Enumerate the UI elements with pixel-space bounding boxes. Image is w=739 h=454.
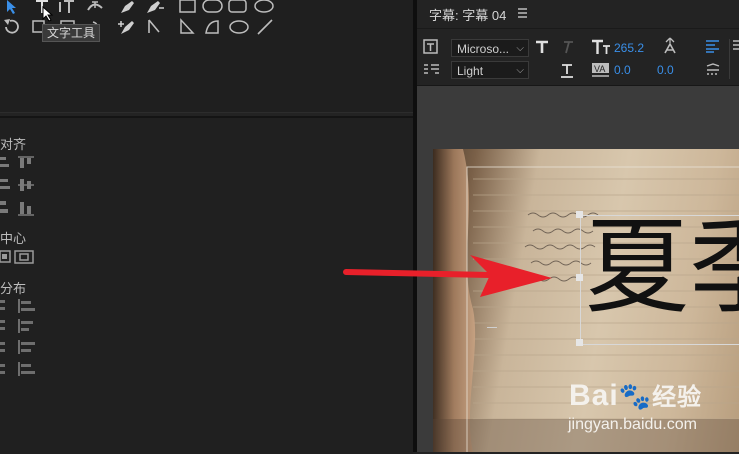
align-center-text-icon[interactable] (733, 39, 739, 58)
title-tools-panel: 文字工具 (0, 0, 413, 113)
watermark-url: jingyan.baidu.com (568, 416, 697, 433)
font-style-dropdown[interactable]: Light ⌵ (451, 61, 529, 79)
align-right-icon[interactable] (0, 200, 12, 221)
resize-handle-top-left[interactable] (576, 211, 583, 218)
ellipse-icon[interactable] (253, 0, 275, 14)
align-bottom-icon[interactable] (18, 200, 36, 221)
align-top-icon[interactable] (18, 156, 36, 175)
arc-icon[interactable] (204, 18, 220, 36)
align-left-icon[interactable] (0, 156, 12, 175)
text-properties-toolbar: Microso... ⌵ Light ⌵ 265.2 VA 0.0 0.0 (417, 29, 739, 86)
center-vertical-icon[interactable] (14, 249, 36, 270)
resize-handle-bottom-left[interactable] (576, 339, 583, 346)
tab-stops-icon[interactable] (423, 62, 441, 81)
add-anchor-pen-icon[interactable] (144, 0, 164, 14)
rounded-rect-icon[interactable] (202, 0, 224, 14)
distribute-icons-group (0, 298, 40, 385)
resize-handle-mid-left[interactable] (576, 274, 583, 281)
section-distribute-label: 分布 (0, 281, 27, 296)
kerning-icon: VA (591, 62, 611, 83)
align-center-h-icon[interactable] (0, 178, 12, 197)
add-anchor-icon[interactable] (116, 18, 138, 36)
convert-point-icon[interactable] (146, 18, 162, 36)
watermark-cn-text: 经验 (652, 384, 703, 411)
chevron-down-icon: ⌵ (516, 65, 524, 76)
text-tool-tooltip: 文字工具 (42, 24, 101, 42)
watermark-brand-text: Bai (569, 379, 619, 412)
kerning-value[interactable]: 0.0 (614, 63, 631, 77)
italic-icon[interactable] (560, 40, 574, 59)
rectangle-icon[interactable] (179, 0, 197, 14)
selection-arrow-icon[interactable] (4, 0, 18, 14)
ellipse-outline-icon[interactable] (228, 19, 250, 35)
section-center-label: 中心 (0, 231, 27, 246)
title-text[interactable]: 夏季 (585, 207, 739, 327)
pen-icon[interactable] (118, 0, 136, 14)
toolbar-divider (729, 39, 730, 79)
safe-area-tick (487, 327, 497, 328)
hamburger-menu-icon[interactable] (517, 6, 529, 24)
align-left-text-icon[interactable] (705, 39, 721, 58)
text-box-icon[interactable] (423, 39, 439, 60)
font-family-value: Microso... (457, 42, 510, 56)
leading-value[interactable]: 0.0 (657, 63, 674, 77)
annotation-arrow-icon (343, 255, 552, 297)
underline-icon[interactable] (560, 63, 574, 84)
chevron-down-icon: ⌵ (516, 43, 524, 54)
panel-title[interactable]: 字幕: 字幕 04 (429, 5, 506, 24)
font-style-value: Light (457, 64, 484, 78)
left-panel: 文字工具 对齐 中心 分布 (0, 0, 413, 454)
align-center-v-icon[interactable] (18, 178, 36, 197)
svg-text:VA: VA (594, 64, 605, 74)
leading-icon (661, 37, 679, 60)
rotate-icon[interactable] (2, 18, 20, 36)
panel-header: 字幕: 字幕 04 (417, 0, 739, 29)
center-horizontal-icon[interactable] (0, 249, 12, 270)
watermark-brand: Bai🐾经验 (569, 377, 702, 413)
font-size-value[interactable]: 265.2 (614, 41, 644, 55)
vertical-text-tool-icon[interactable] (58, 0, 78, 14)
path-text-icon[interactable] (86, 0, 104, 14)
baseline-shift-icon[interactable] (705, 63, 721, 82)
title-designer-panel: 字幕: 字幕 04 Microso... ⌵ Light ⌵ 265.2 VA … (417, 0, 739, 452)
clipped-rect-icon[interactable] (228, 0, 248, 14)
bold-icon[interactable] (535, 40, 549, 59)
line-icon[interactable] (256, 18, 274, 36)
wedge-icon[interactable] (179, 18, 195, 36)
font-family-dropdown[interactable]: Microso... ⌵ (451, 39, 529, 57)
paw-icon: 🐾 (618, 381, 653, 411)
section-align-label: 对齐 (0, 137, 27, 152)
font-size-icon (591, 39, 611, 60)
